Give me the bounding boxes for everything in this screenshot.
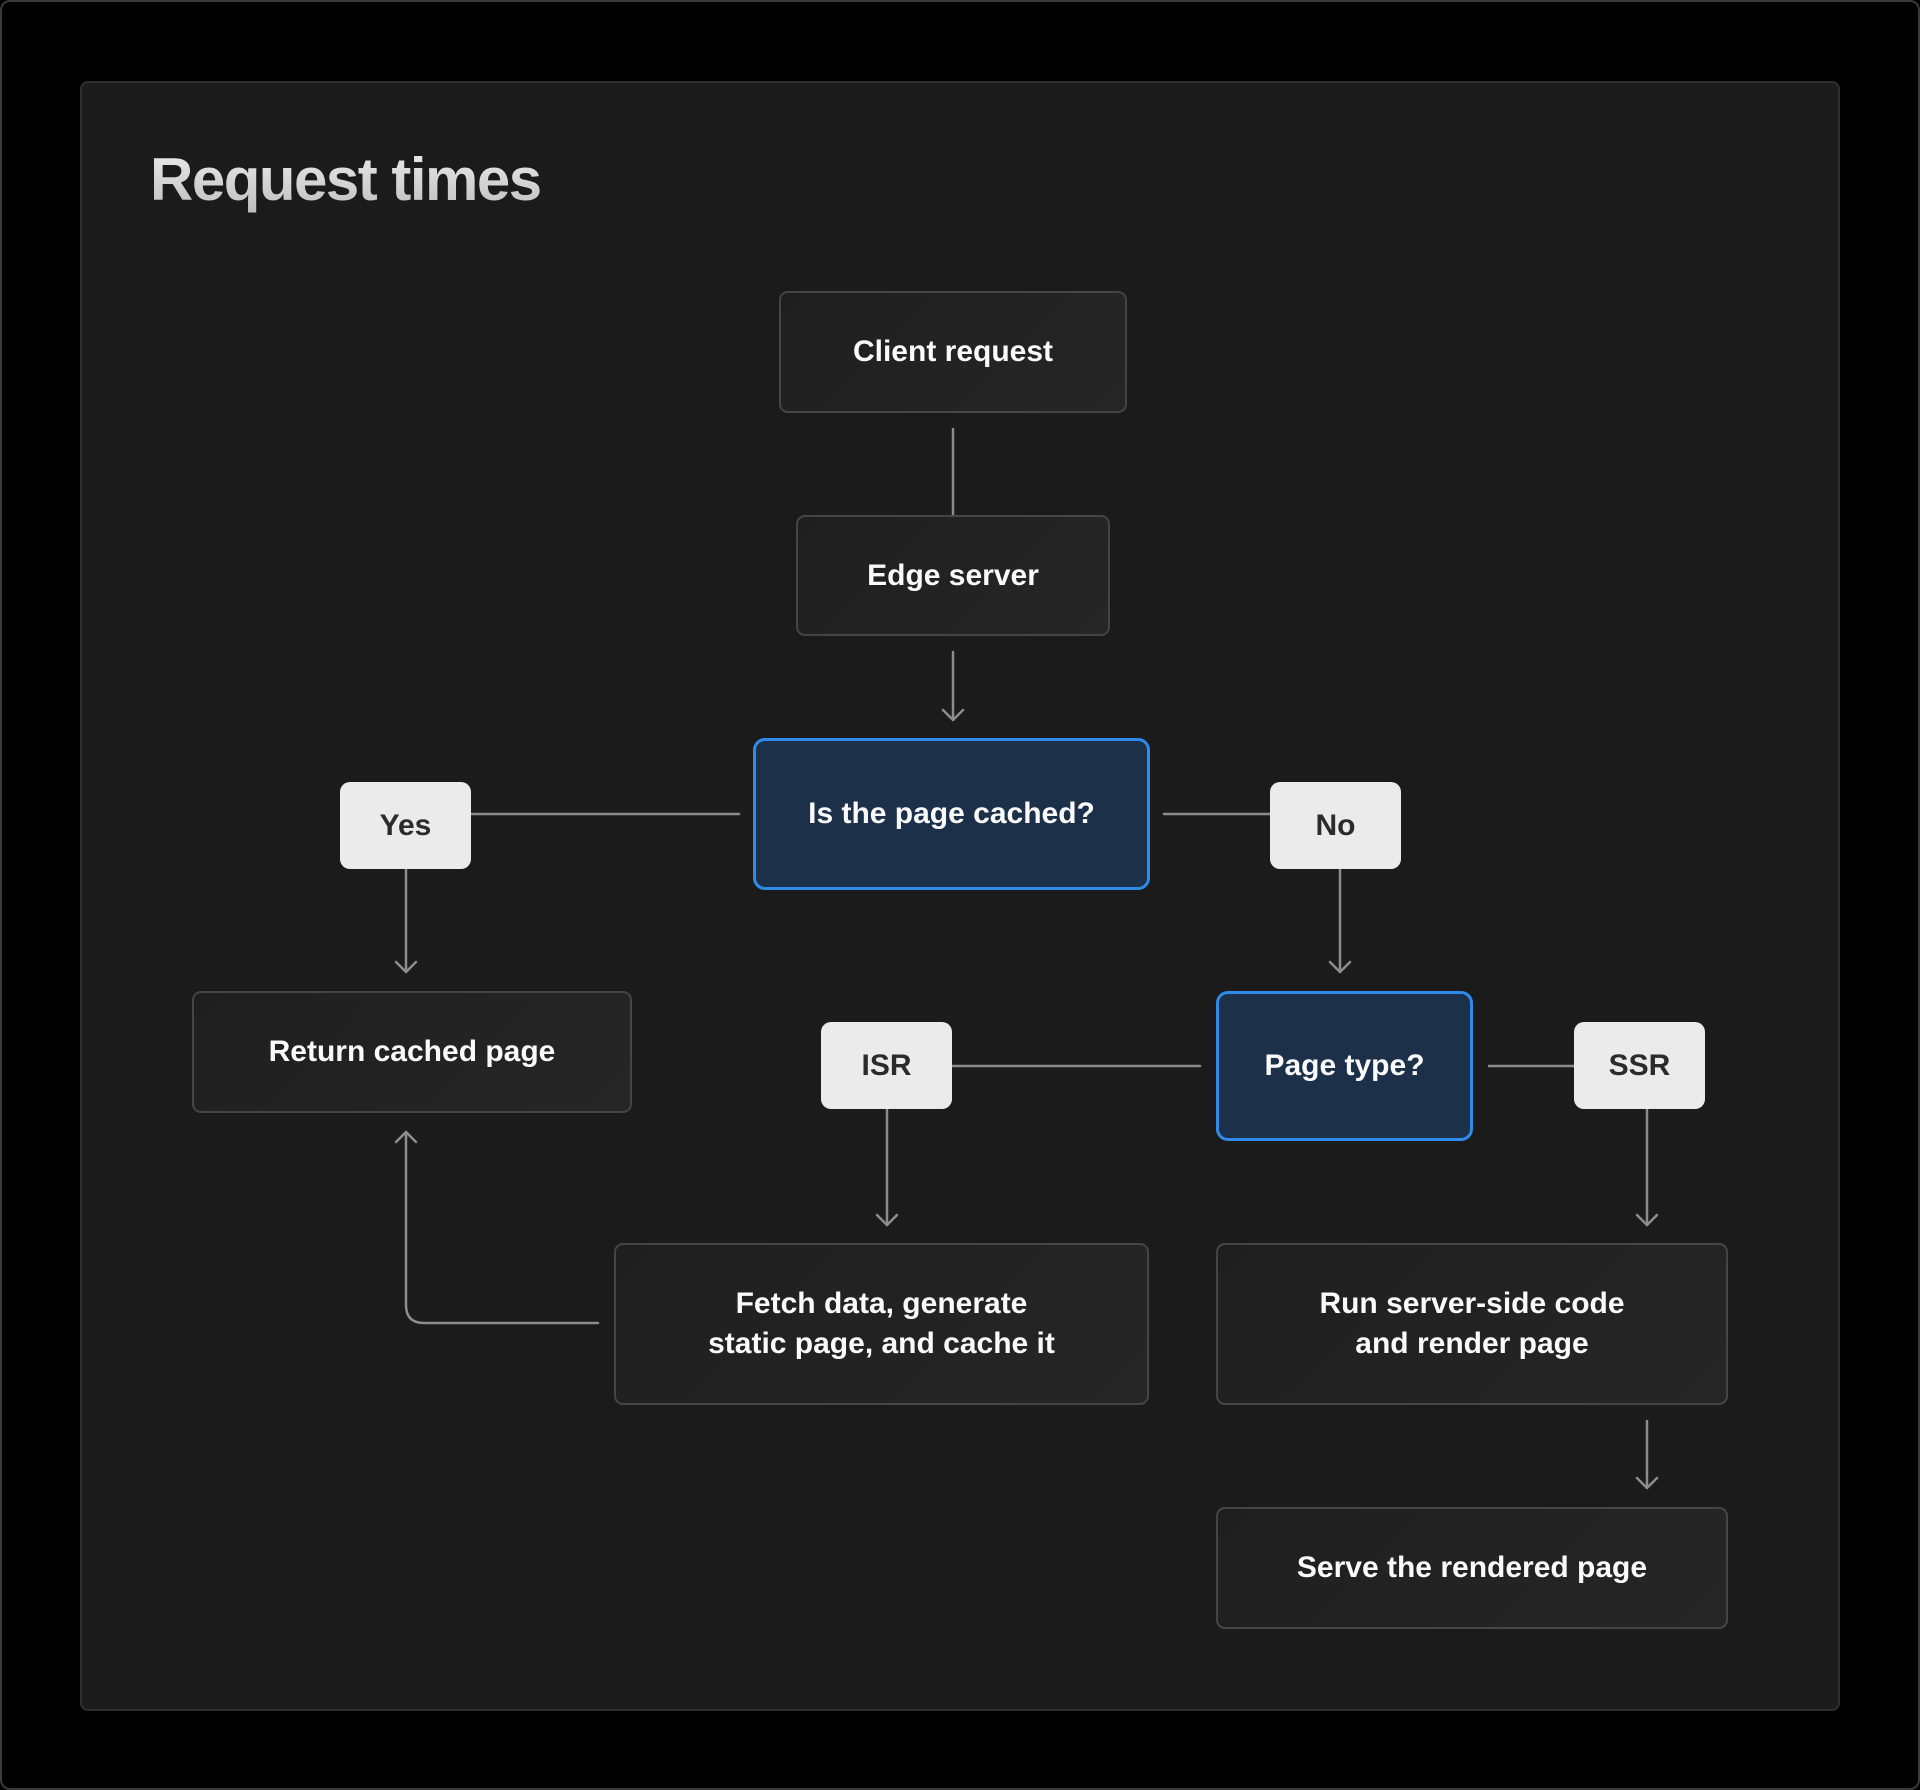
node-run-server-side-line1: Run server-side code [1319, 1287, 1625, 1320]
node-edge-server-label: Edge server [867, 558, 1039, 592]
node-is-page-cached: Is the page cached? [753, 738, 1150, 890]
label-no: No [1270, 782, 1401, 869]
node-return-cached-page: Return cached page [192, 991, 632, 1113]
node-client-request: Client request [779, 291, 1127, 413]
node-page-type-label: Page type? [1264, 1049, 1425, 1082]
node-serve-rendered-page: Serve the rendered page [1216, 1507, 1728, 1629]
label-ssr-text: SSR [1608, 1048, 1671, 1082]
node-client-request-label: Client request [852, 335, 1054, 368]
node-page-type: Page type? [1216, 991, 1473, 1141]
node-fetch-data: Fetch data, generate static page, and ca… [614, 1243, 1149, 1405]
label-yes: Yes [340, 782, 471, 869]
label-ssr: SSR [1574, 1022, 1705, 1109]
node-fetch-data-line2: static page, and cache it [708, 1327, 1055, 1360]
node-serve-rendered-page-label: Serve the rendered page [1296, 1551, 1648, 1584]
label-yes-text: Yes [379, 808, 432, 842]
label-isr-text: ISR [861, 1048, 912, 1082]
node-is-page-cached-label: Is the page cached? [808, 797, 1095, 830]
node-edge-server: Edge server [796, 515, 1110, 636]
node-return-cached-page-label: Return cached page [268, 1035, 556, 1068]
node-run-server-side-line2: and render page [1355, 1327, 1589, 1360]
node-fetch-data-line1: Fetch data, generate [735, 1287, 1028, 1320]
label-no-text: No [1315, 808, 1356, 842]
label-isr: ISR [821, 1022, 952, 1109]
diagram-title: Request times [150, 140, 542, 220]
node-run-server-side: Run server-side code and render page [1216, 1243, 1728, 1405]
